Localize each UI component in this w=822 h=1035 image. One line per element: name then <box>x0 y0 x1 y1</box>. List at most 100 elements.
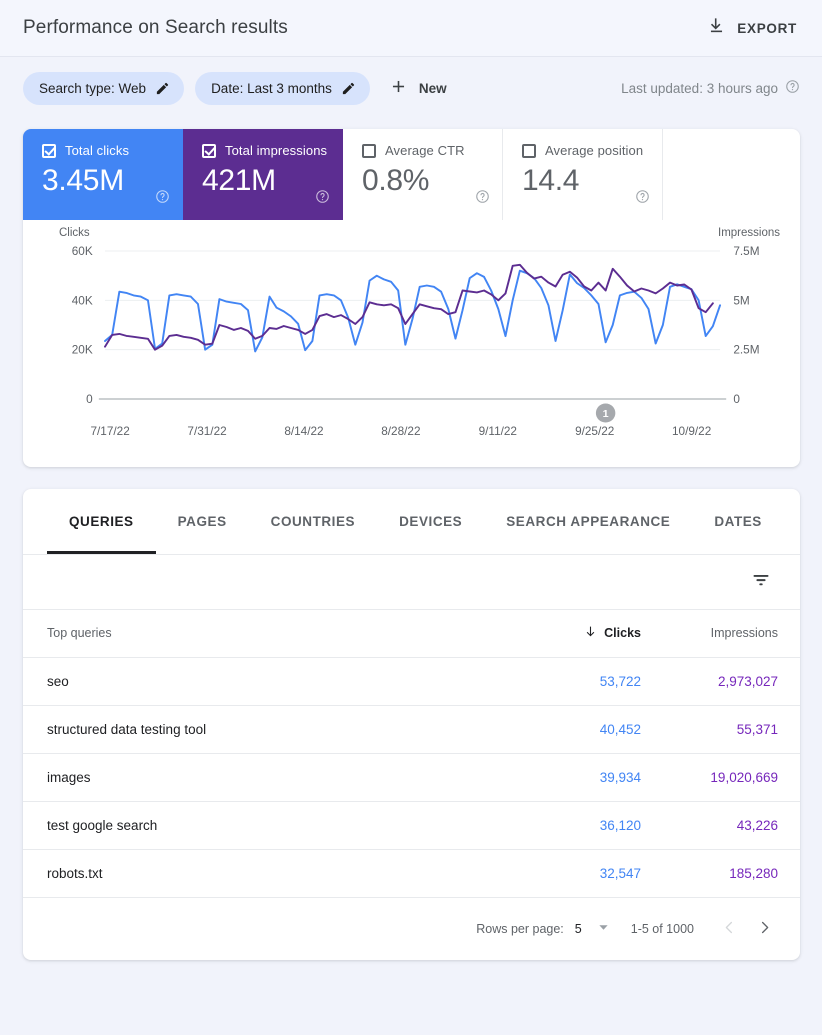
column-header-clicks-label: Clicks <box>604 626 641 640</box>
table-row[interactable]: robots.txt 32,547 185,280 <box>23 849 800 897</box>
help-circle-icon[interactable] <box>155 189 170 209</box>
column-header-clicks[interactable]: Clicks <box>515 610 665 657</box>
cell-query[interactable]: seo <box>23 657 515 705</box>
filter-chip-label: Search type: Web <box>39 81 146 96</box>
performance-table-card: QUERIES PAGES COUNTRIES DEVICES SEARCH A… <box>23 489 800 960</box>
cell-impressions: 19,020,669 <box>665 753 800 801</box>
cell-clicks: 36,120 <box>515 801 665 849</box>
table-row[interactable]: seo 53,722 2,973,027 <box>23 657 800 705</box>
svg-text:9/25/22: 9/25/22 <box>575 425 614 438</box>
metric-label: Total impressions <box>225 143 327 158</box>
filter-icon[interactable] <box>746 565 776 600</box>
tab-dates[interactable]: DATES <box>692 489 784 554</box>
rows-per-page-select[interactable]: 5 <box>575 922 609 936</box>
app-header: Performance on Search results EXPORT <box>0 0 822 57</box>
table-row[interactable]: structured data testing tool 40,452 55,3… <box>23 705 800 753</box>
table-body: seo 53,722 2,973,027 structured data tes… <box>23 657 800 897</box>
metric-header: Total clicks <box>42 143 168 158</box>
table-head: Top queries Clicks Impressions <box>23 610 800 657</box>
svg-text:7.5M: 7.5M <box>733 245 759 258</box>
filter-chip-label: Date: Last 3 months <box>211 81 332 96</box>
svg-text:8/28/22: 8/28/22 <box>381 425 420 438</box>
help-circle-icon[interactable] <box>635 189 650 209</box>
metric-header: Average position <box>522 143 648 158</box>
svg-text:9/11/22: 9/11/22 <box>479 425 517 438</box>
pencil-icon <box>155 81 170 96</box>
metric-checkbox[interactable] <box>522 144 536 158</box>
svg-text:1: 1 <box>603 408 609 420</box>
page-title: Performance on Search results <box>23 17 288 39</box>
cell-clicks: 53,722 <box>515 657 665 705</box>
metric-value: 14.4 <box>522 164 648 198</box>
svg-text:40K: 40K <box>72 294 93 307</box>
performance-plot: Clicks Impressions 0020K2.5M40K5M60K7.5M… <box>23 220 800 467</box>
export-label: EXPORT <box>737 21 797 36</box>
cell-query[interactable]: test google search <box>23 801 515 849</box>
download-icon <box>707 16 726 40</box>
metrics-row: Total clicks 3.45M Total impressions 421… <box>23 129 800 220</box>
table-header-row: Top queries Clicks Impressions <box>23 610 800 657</box>
metric-value: 0.8% <box>362 164 488 198</box>
next-page-button[interactable] <box>747 914 782 944</box>
column-header-top-queries[interactable]: Top queries <box>23 610 515 657</box>
table-row[interactable]: test google search 36,120 43,226 <box>23 801 800 849</box>
filter-chip-date[interactable]: Date: Last 3 months <box>195 72 370 105</box>
chevron-down-icon <box>598 922 609 936</box>
cell-clicks: 39,934 <box>515 753 665 801</box>
export-button[interactable]: EXPORT <box>704 11 800 45</box>
metrics-filler <box>663 129 800 220</box>
cell-clicks: 32,547 <box>515 849 665 897</box>
tab-search-appearance[interactable]: SEARCH APPEARANCE <box>484 489 692 554</box>
column-header-impressions[interactable]: Impressions <box>665 610 800 657</box>
pencil-icon <box>341 81 356 96</box>
pagination-range: 1-5 of 1000 <box>631 922 694 936</box>
sort-control-clicks[interactable]: Clicks <box>584 625 641 641</box>
previous-page-button[interactable] <box>712 914 747 944</box>
cell-impressions: 55,371 <box>665 705 800 753</box>
help-circle-icon[interactable] <box>475 189 490 209</box>
metric-label: Total clicks <box>65 143 129 158</box>
rows-per-page-value: 5 <box>575 922 582 936</box>
arrow-down-icon <box>584 625 597 641</box>
tab-devices[interactable]: DEVICES <box>377 489 484 554</box>
tab-pages[interactable]: PAGES <box>156 489 249 554</box>
metric-header: Average CTR <box>362 143 488 158</box>
filter-chip-search-type[interactable]: Search type: Web <box>23 72 184 105</box>
help-circle-icon[interactable] <box>785 79 800 97</box>
cell-clicks: 40,452 <box>515 705 665 753</box>
cell-query[interactable]: robots.txt <box>23 849 515 897</box>
metric-label: Average position <box>545 143 643 158</box>
metric-checkbox[interactable] <box>202 144 216 158</box>
table-row[interactable]: images 39,934 19,020,669 <box>23 753 800 801</box>
performance-chart-card: Total clicks 3.45M Total impressions 421… <box>23 129 800 467</box>
tab-countries[interactable]: COUNTRIES <box>249 489 377 554</box>
svg-text:7/17/22: 7/17/22 <box>90 425 129 438</box>
tab-queries[interactable]: QUERIES <box>47 489 156 554</box>
metric-checkbox[interactable] <box>42 144 56 158</box>
queries-table: Top queries Clicks Impressions seo <box>23 610 800 898</box>
cell-query[interactable]: images <box>23 753 515 801</box>
filter-bar: Search type: Web Date: Last 3 months New… <box>0 57 822 119</box>
metric-value: 421M <box>202 164 328 198</box>
metric-card-total-clicks[interactable]: Total clicks 3.45M <box>23 129 183 220</box>
metric-card-total-impressions[interactable]: Total impressions 421M <box>183 129 343 220</box>
metric-card-average-ctr[interactable]: Average CTR 0.8% <box>343 129 503 220</box>
svg-text:7/31/22: 7/31/22 <box>187 425 226 438</box>
table-tabs: QUERIES PAGES COUNTRIES DEVICES SEARCH A… <box>23 489 800 555</box>
metric-header: Total impressions <box>202 143 328 158</box>
new-filter-label: New <box>419 81 447 96</box>
table-filter-row <box>23 555 800 610</box>
metric-card-average-position[interactable]: Average position 14.4 <box>503 129 663 220</box>
svg-text:5M: 5M <box>733 294 749 307</box>
last-updated-label: Last updated: 3 hours ago <box>621 81 778 96</box>
metric-checkbox[interactable] <box>362 144 376 158</box>
help-circle-icon[interactable] <box>315 189 330 209</box>
new-filter-button[interactable]: New <box>381 72 459 105</box>
svg-text:60K: 60K <box>72 245 93 258</box>
cell-impressions: 185,280 <box>665 849 800 897</box>
svg-text:0: 0 <box>733 393 740 406</box>
cell-impressions: 43,226 <box>665 801 800 849</box>
metric-value: 3.45M <box>42 164 168 198</box>
plot-svg[interactable]: 0020K2.5M40K5M60K7.5M7/17/227/31/228/14/… <box>23 220 800 467</box>
cell-query[interactable]: structured data testing tool <box>23 705 515 753</box>
